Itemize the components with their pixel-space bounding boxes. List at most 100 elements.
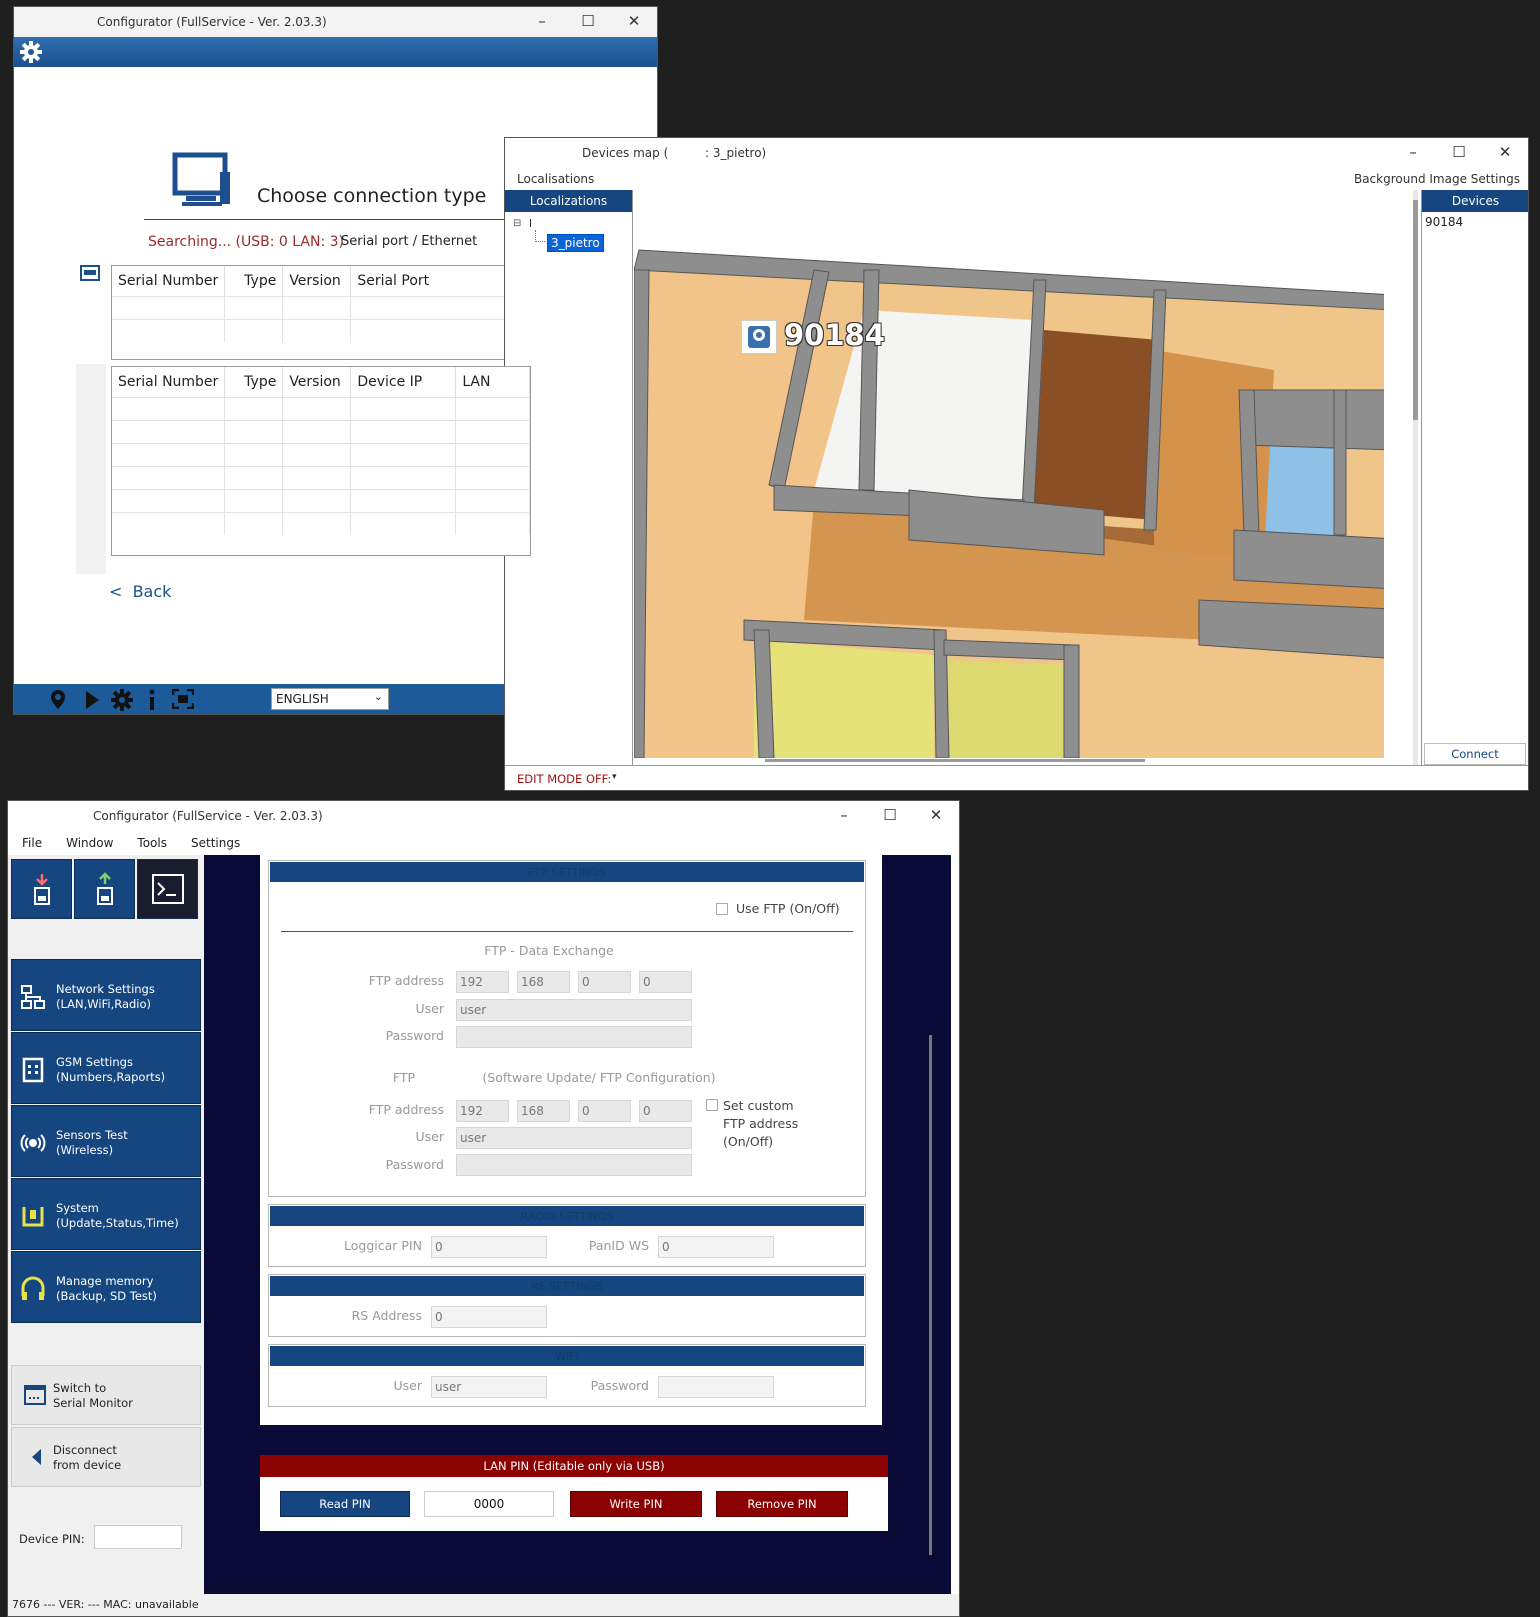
ftp-ip-octet-3[interactable]: 0	[578, 971, 631, 993]
play-icon[interactable]	[84, 690, 100, 710]
maximize-button[interactable]: ☐	[1436, 138, 1482, 168]
chevron-left-icon	[32, 1449, 41, 1465]
table-row[interactable]	[112, 442, 530, 466]
device-marker-label[interactable]: 90184	[784, 318, 885, 352]
column-header[interactable]: Type	[224, 266, 284, 296]
ftp-user-field[interactable]: user	[456, 999, 692, 1021]
lan-device-table[interactable]: Serial Number Type Version Device IP LAN	[111, 366, 531, 556]
nav-sensors-test[interactable]: Sensors Test (Wireless)	[11, 1105, 201, 1177]
column-header[interactable]: Device IP	[350, 367, 457, 397]
table-row[interactable]	[112, 396, 530, 420]
floor-plan-image[interactable]	[634, 190, 1412, 758]
switch-serial-monitor-button[interactable]: Switch to Serial Monitor	[11, 1365, 201, 1425]
table-row[interactable]	[112, 419, 530, 443]
nav-label: Sensors Test	[56, 1128, 128, 1142]
table-row[interactable]	[112, 511, 530, 535]
nav-manage-memory[interactable]: Manage memory (Backup, SD Test)	[11, 1251, 201, 1323]
minimize-button[interactable]: –	[519, 7, 565, 37]
menu-file[interactable]: File	[8, 831, 52, 850]
screenshot-icon[interactable]	[172, 689, 194, 709]
close-button[interactable]: ✕	[611, 7, 657, 37]
close-button[interactable]: ✕	[1482, 138, 1528, 168]
title-bar: Configurator (FullService - Ver. 2.03.3)…	[14, 7, 657, 37]
table-row[interactable]	[112, 295, 530, 319]
rs-address-field[interactable]: 0	[431, 1306, 547, 1328]
ftp2-user-field[interactable]: user	[456, 1127, 692, 1149]
location-icon[interactable]	[48, 689, 68, 711]
ftp-update-label: FTP	[392, 1070, 416, 1085]
table-row[interactable]	[112, 488, 530, 512]
tree-root[interactable]: l	[529, 217, 532, 230]
devices-panel: Devices 90184 Connect	[1421, 190, 1528, 765]
tree-expand-icon[interactable]: ⊟	[513, 218, 521, 229]
column-header[interactable]: Serial Port	[350, 266, 530, 296]
ftp2-ip-octet-1[interactable]: 192	[456, 1100, 509, 1122]
nav-network-settings[interactable]: Network Settings (LAN,WiFi,Radio)	[11, 959, 201, 1031]
upload-button[interactable]	[74, 859, 135, 919]
window-title: Devices map (	[582, 146, 669, 160]
menu-settings[interactable]: Settings	[177, 831, 250, 850]
switch-label: Switch to	[53, 1381, 107, 1395]
gear-icon[interactable]	[19, 40, 43, 64]
panid-field[interactable]: 0	[658, 1236, 774, 1258]
content-scrollbar[interactable]	[929, 1035, 932, 1555]
download-button[interactable]	[11, 859, 72, 919]
table-row[interactable]	[112, 465, 530, 489]
write-pin-button[interactable]: Write PIN	[570, 1491, 702, 1517]
column-header[interactable]: Serial Number	[112, 367, 226, 397]
wifi-user-field[interactable]: user	[431, 1376, 547, 1398]
language-value: ENGLISH	[276, 692, 329, 706]
floor-plan-map[interactable]: 90184	[634, 190, 1412, 758]
nav-gsm-settings[interactable]: GSM Settings (Numbers,Raports)	[11, 1032, 201, 1104]
minimize-button[interactable]: –	[1390, 138, 1436, 168]
ftp2-password-field[interactable]	[456, 1154, 692, 1176]
info-icon[interactable]	[147, 689, 157, 711]
connect-button[interactable]: Connect	[1424, 743, 1526, 765]
minimize-button[interactable]: –	[821, 801, 867, 831]
ftp-ip-octet-4[interactable]: 0	[639, 971, 692, 993]
column-header[interactable]: LAN	[455, 367, 530, 397]
settings-panel: FTP SETTINGS Use FTP (On/Off) FTP - Data…	[260, 855, 882, 1425]
column-header[interactable]: Version	[282, 367, 352, 397]
wifi-password-field[interactable]	[658, 1376, 774, 1398]
device-marker-icon[interactable]	[741, 320, 777, 354]
column-header[interactable]: Type	[224, 367, 284, 397]
usb-device-table[interactable]: Serial Number Type Version Serial Port	[111, 265, 531, 360]
set-custom-ftp-checkbox[interactable]	[706, 1099, 718, 1111]
back-button[interactable]: < Back	[109, 582, 171, 601]
pin-value-field[interactable]: 0000	[424, 1491, 554, 1517]
edit-mode-toggle[interactable]: EDIT MODE OFF:	[517, 772, 611, 786]
column-header[interactable]: Version	[282, 266, 352, 296]
connection-type-select[interactable]: Serial port / Ethernet	[341, 234, 477, 249]
language-select[interactable]: ENGLISH ⌄	[271, 688, 389, 710]
map-horizontal-scrollbar[interactable]	[765, 759, 1145, 762]
tab-localisations[interactable]: Localisations	[517, 168, 594, 190]
map-vertical-scrollbar[interactable]	[1413, 190, 1418, 765]
ftp-password-field[interactable]	[456, 1026, 692, 1048]
menu-window[interactable]: Window	[52, 831, 123, 850]
ftp2-ip-octet-2[interactable]: 168	[517, 1100, 570, 1122]
terminal-button[interactable]	[137, 859, 198, 919]
nav-system[interactable]: System (Update,Status,Time)	[11, 1178, 201, 1250]
ftp-ip-octet-2[interactable]: 168	[517, 971, 570, 993]
read-pin-button[interactable]: Read PIN	[280, 1491, 410, 1517]
remove-pin-button[interactable]: Remove PIN	[716, 1491, 848, 1517]
device-pin-input[interactable]	[94, 1525, 182, 1549]
disconnect-button[interactable]: Disconnect from device	[11, 1427, 201, 1487]
ftp-ip-octet-1[interactable]: 192	[456, 971, 509, 993]
table-row[interactable]	[112, 318, 530, 342]
settings-icon[interactable]	[110, 688, 134, 712]
use-ftp-checkbox[interactable]	[716, 903, 728, 915]
loggicar-pin-field[interactable]: 0	[431, 1236, 547, 1258]
dropdown-arrow-icon[interactable]: ▾	[612, 772, 617, 782]
column-header[interactable]: Serial Number	[112, 266, 226, 296]
ftp2-ip-octet-4[interactable]: 0	[639, 1100, 692, 1122]
maximize-button[interactable]: ☐	[867, 801, 913, 831]
tab-background-image-settings[interactable]: Background Image Settings	[1354, 168, 1520, 190]
tree-item-3-pietro[interactable]: 3_pietro	[547, 234, 604, 252]
menu-tools[interactable]: Tools	[123, 831, 177, 850]
ftp2-ip-octet-3[interactable]: 0	[578, 1100, 631, 1122]
maximize-button[interactable]: ☐	[565, 7, 611, 37]
close-button[interactable]: ✕	[913, 801, 959, 831]
device-list-item[interactable]: 90184	[1425, 215, 1463, 229]
